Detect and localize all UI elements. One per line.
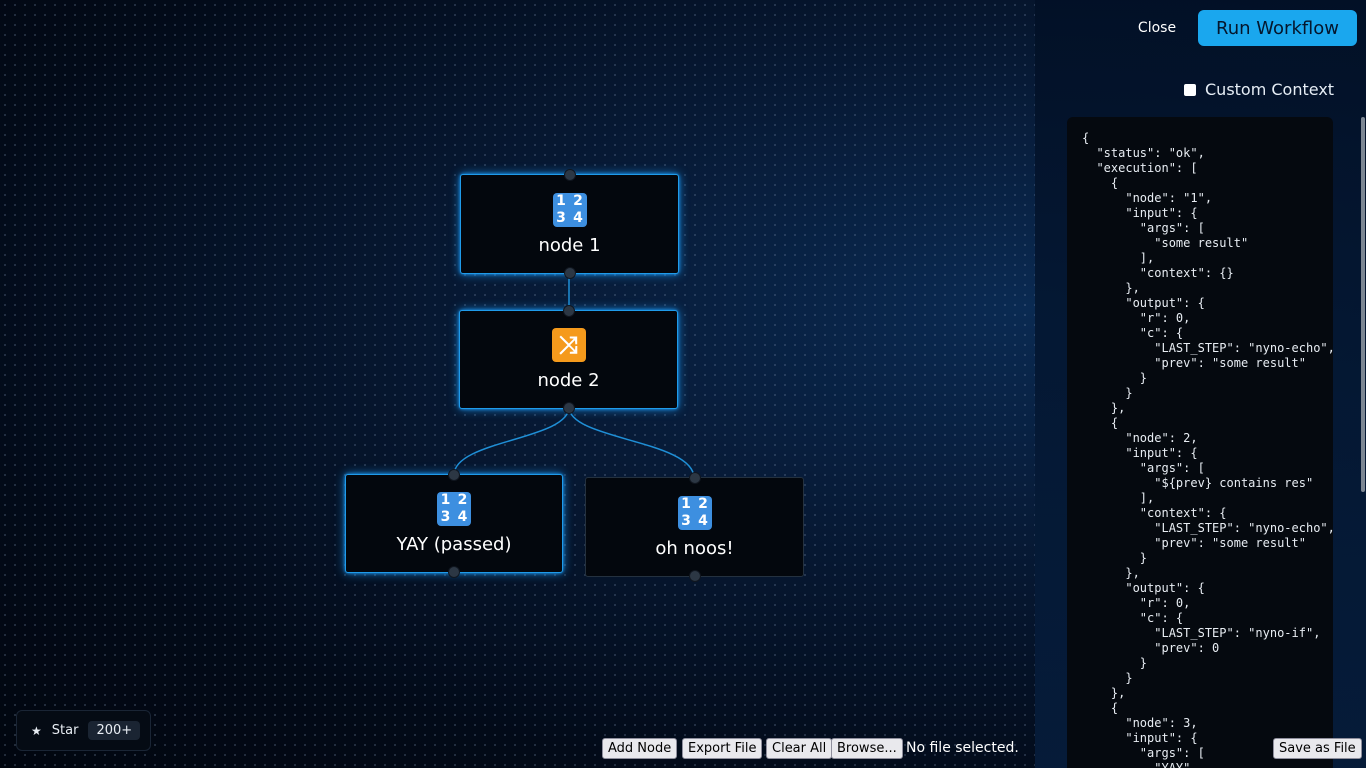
input-handle[interactable] xyxy=(562,305,575,317)
add-node-button[interactable]: Add Node xyxy=(602,738,678,759)
input-numbers-icon: 1234 xyxy=(437,492,471,526)
digit: 1 xyxy=(681,495,691,512)
file-status: No file selected. xyxy=(906,740,1019,756)
workflow-node-node-2[interactable]: ⤨ node 2 xyxy=(459,305,678,414)
star-icon: ★ xyxy=(31,723,42,738)
digit: 2 xyxy=(573,192,583,209)
output-handle[interactable] xyxy=(562,402,575,414)
workflow-node-node-1[interactable]: 1234 node 1 xyxy=(460,169,679,279)
star-count: 200+ xyxy=(88,721,141,740)
digit: 4 xyxy=(698,512,708,529)
workflow-node-yay-passed[interactable]: 1234 YAY (passed) xyxy=(345,469,563,578)
node-label: node 1 xyxy=(538,234,601,256)
input-handle[interactable] xyxy=(688,472,701,484)
digit: 4 xyxy=(573,209,583,226)
custom-context-checkbox[interactable] xyxy=(1184,83,1196,96)
input-handle[interactable] xyxy=(563,169,576,181)
custom-context-label: Custom Context xyxy=(1205,80,1335,99)
output-handle[interactable] xyxy=(448,566,460,578)
shuffle-icon: ⤨ xyxy=(551,328,586,362)
output-handle[interactable] xyxy=(563,267,576,279)
workflow-node-oh-noos[interactable]: 1234 oh noos! xyxy=(585,472,804,582)
run-workflow-button[interactable]: Run Workflow xyxy=(1198,10,1357,46)
custom-context-toggle[interactable]: Custom Context xyxy=(1184,80,1334,99)
node-label: YAY (passed) xyxy=(396,534,512,555)
execution-output[interactable]: { "status": "ok", "execution": [ { "node… xyxy=(1067,117,1333,768)
browse-button[interactable]: Browse... xyxy=(831,738,903,759)
save-as-file-button[interactable]: Save as File xyxy=(1273,738,1362,759)
node-label: node 2 xyxy=(537,370,600,391)
panel-scrollbar[interactable] xyxy=(1361,117,1365,492)
digit: 2 xyxy=(457,492,468,508)
digit: 3 xyxy=(556,209,566,226)
node-label: oh noos! xyxy=(655,537,734,559)
github-star-button[interactable]: ★ Star 200+ xyxy=(16,710,151,751)
export-file-button[interactable]: Export File xyxy=(682,738,763,759)
star-label: Star xyxy=(51,723,79,738)
clear-all-button[interactable]: Clear All xyxy=(766,738,833,759)
input-numbers-icon: 1234 xyxy=(552,192,587,227)
input-numbers-icon: 1234 xyxy=(677,495,712,530)
digit: 1 xyxy=(440,492,451,508)
digit: 3 xyxy=(681,512,691,529)
close-button[interactable]: Close xyxy=(1128,10,1186,46)
digit: 1 xyxy=(556,192,566,209)
output-handle[interactable] xyxy=(688,570,701,582)
input-handle[interactable] xyxy=(448,469,460,481)
digit: 4 xyxy=(457,509,468,525)
digit: 3 xyxy=(440,509,451,525)
digit: 2 xyxy=(698,495,708,512)
execution-json: { "status": "ok", "execution": [ { "node… xyxy=(1082,131,1333,768)
